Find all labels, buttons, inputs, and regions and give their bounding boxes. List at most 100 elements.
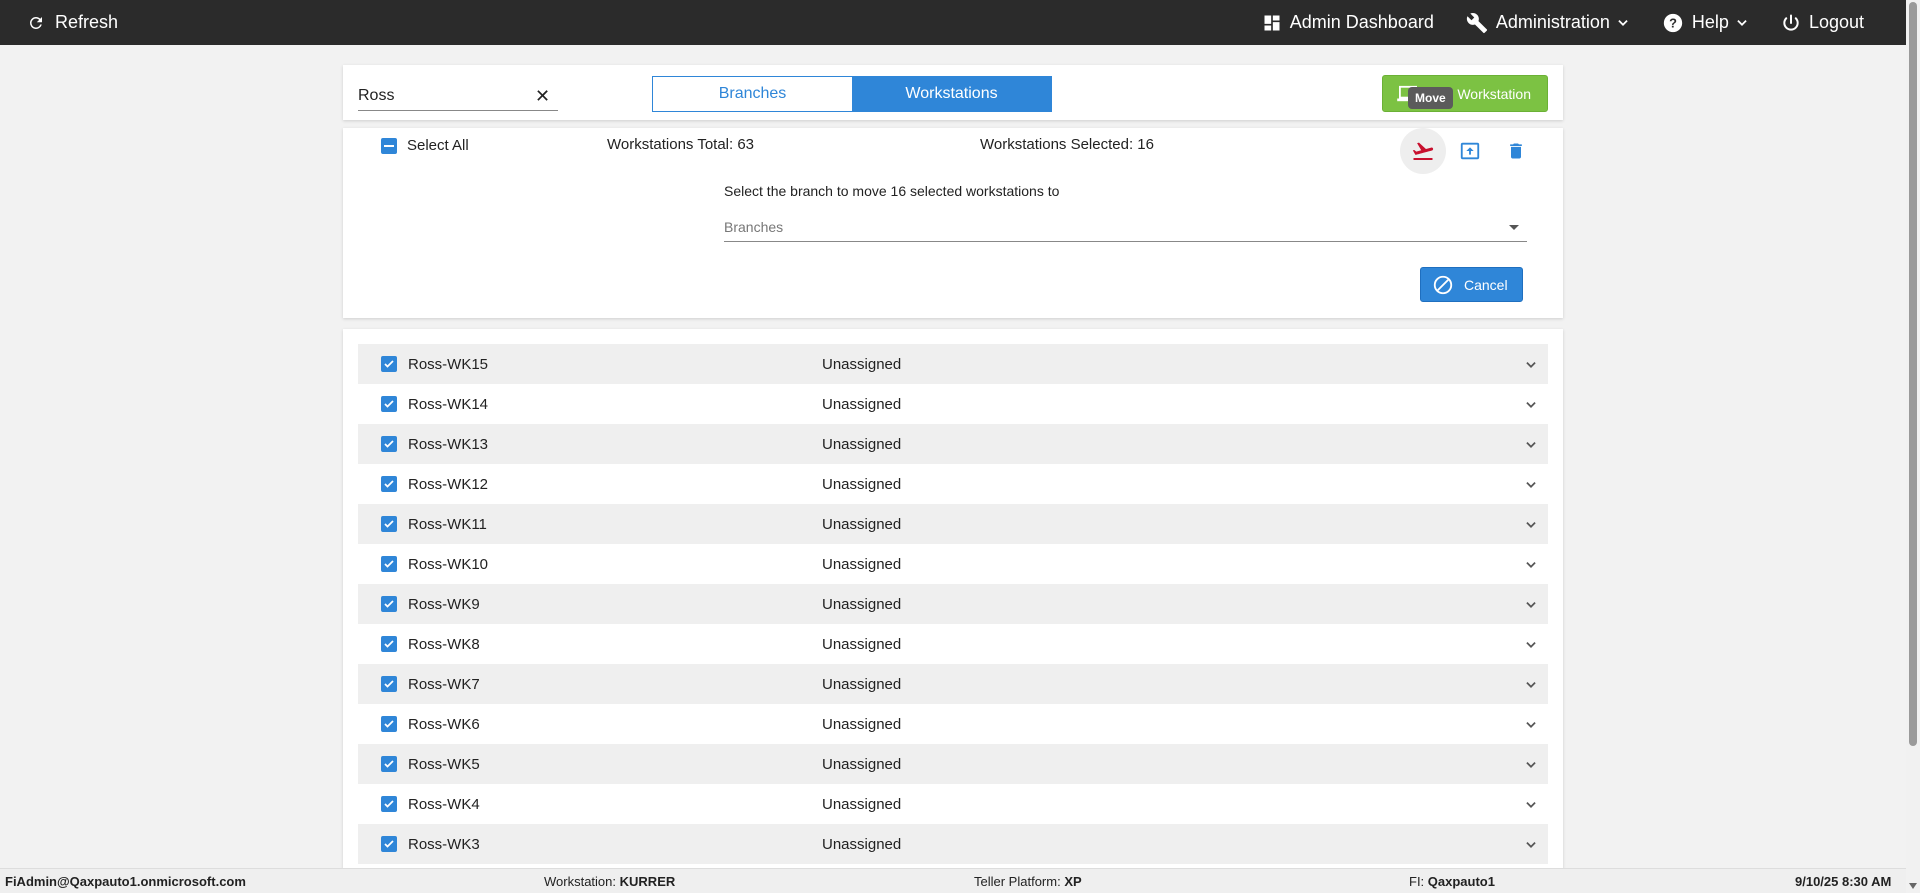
page-scrollbar[interactable] xyxy=(1906,0,1920,893)
table-row[interactable]: Ross-WK5 Unassigned xyxy=(358,744,1548,784)
admin-dashboard-link[interactable]: Admin Dashboard xyxy=(1262,12,1434,33)
workstation-status: Unassigned xyxy=(822,675,902,693)
chevron-down-icon xyxy=(1737,19,1747,26)
table-row[interactable]: Ross-WK6 Unassigned xyxy=(358,704,1548,744)
checked-checkbox-icon[interactable] xyxy=(381,556,397,572)
search-input[interactable] xyxy=(358,81,558,111)
footer-fi-value: Qaxpauto1 xyxy=(1427,874,1495,889)
chevron-down-icon[interactable] xyxy=(1524,478,1538,492)
chevron-down-icon[interactable] xyxy=(1524,758,1538,772)
workstation-status: Unassigned xyxy=(822,715,902,733)
checked-checkbox-icon[interactable] xyxy=(381,796,397,812)
workstation-status: Unassigned xyxy=(822,755,902,773)
chevron-down-icon[interactable] xyxy=(1524,518,1538,532)
table-row[interactable]: Ross-WK7 Unassigned xyxy=(358,664,1548,704)
trash-icon xyxy=(1510,143,1522,159)
table-row[interactable]: Ross-WK14 Unassigned xyxy=(358,384,1548,424)
workstation-status: Unassigned xyxy=(822,595,902,613)
workstation-name: Ross-WK7 xyxy=(408,675,480,693)
checked-checkbox-icon[interactable] xyxy=(381,836,397,852)
table-row[interactable]: Ross-WK13 Unassigned xyxy=(358,424,1548,464)
admin-dashboard-label: Admin Dashboard xyxy=(1289,12,1434,32)
table-row[interactable]: Ross-WK10 Unassigned xyxy=(358,544,1548,584)
table-row[interactable]: Ross-WK12 Unassigned xyxy=(358,464,1548,504)
footer-workstation: Workstation: KURRER xyxy=(544,874,675,889)
search-toolbar: ✕ Branches Workstations Workstation Move xyxy=(343,65,1563,120)
chevron-down-icon[interactable] xyxy=(1524,358,1538,372)
checked-checkbox-icon[interactable] xyxy=(381,516,397,532)
chevron-down-icon[interactable] xyxy=(1524,398,1538,412)
checked-checkbox-icon[interactable] xyxy=(381,356,397,372)
scrollbar-thumb[interactable] xyxy=(1909,2,1917,746)
footer-datetime-value: 9/10/25 8:30 AM xyxy=(1795,874,1892,889)
table-row[interactable]: Ross-WK15 Unassigned xyxy=(358,344,1548,384)
checked-checkbox-icon[interactable] xyxy=(381,396,397,412)
table-row[interactable]: Ross-WK9 Unassigned xyxy=(358,584,1548,624)
chevron-down-icon[interactable] xyxy=(1524,838,1538,852)
footer-datetime: 9/10/25 8:30 AM xyxy=(1795,874,1891,889)
checked-checkbox-icon[interactable] xyxy=(381,756,397,772)
clear-search-icon[interactable]: ✕ xyxy=(535,87,550,105)
footer-fi-label: FI: xyxy=(1409,874,1425,889)
logout-button[interactable]: Logout xyxy=(1781,12,1864,33)
help-icon: ? xyxy=(1663,13,1683,32)
table-row[interactable]: Ross-WK11 Unassigned xyxy=(358,504,1548,544)
add-workstation-button[interactable]: Workstation xyxy=(1382,75,1548,112)
checked-checkbox-icon[interactable] xyxy=(381,476,397,492)
checked-checkbox-icon[interactable] xyxy=(381,676,397,692)
workstation-name: Ross-WK10 xyxy=(408,555,489,573)
logout-label: Logout xyxy=(1808,12,1864,32)
workstation-name: Ross-WK14 xyxy=(408,395,489,413)
footer-user: FiAdmin@Qaxpauto1.onmicrosoft.com xyxy=(5,874,246,889)
move-tooltip: Move xyxy=(1408,87,1453,109)
help-menu[interactable]: ? Help xyxy=(1662,12,1749,34)
chevron-down-icon[interactable] xyxy=(1524,798,1538,812)
checked-checkbox-icon[interactable] xyxy=(381,716,397,732)
workstation-name: Ross-WK6 xyxy=(408,715,480,733)
workstation-status: Unassigned xyxy=(822,515,902,533)
footer-fi: FI: Qaxpauto1 xyxy=(1409,874,1495,889)
export-button[interactable] xyxy=(1447,128,1493,174)
table-row[interactable]: Ross-WK3 Unassigned xyxy=(358,824,1548,864)
move-button[interactable] xyxy=(1400,128,1446,174)
checked-checkbox-icon[interactable] xyxy=(381,596,397,612)
chevron-down-icon xyxy=(1618,19,1628,26)
branches-dropdown[interactable]: Branches xyxy=(724,212,1527,242)
table-row[interactable]: Ross-WK8 Unassigned xyxy=(358,624,1548,664)
scroll-down-arrow-icon[interactable] xyxy=(1909,883,1917,889)
select-all-checkbox[interactable]: Select All xyxy=(381,137,469,154)
chevron-down-icon[interactable] xyxy=(1524,438,1538,452)
chevron-down-icon[interactable] xyxy=(1524,558,1538,572)
refresh-button[interactable]: Refresh xyxy=(27,12,118,33)
workstation-list: Ross-WK15 Unassigned Ross-WK14 Unassigned Ro… xyxy=(343,329,1563,869)
chevron-down-icon[interactable] xyxy=(1524,718,1538,732)
workstation-status: Unassigned xyxy=(822,395,902,413)
workstation-name: Ross-WK15 xyxy=(408,355,489,373)
caret-down-icon xyxy=(1509,225,1519,230)
tab-workstations[interactable]: Workstations xyxy=(852,77,1051,111)
cancel-button[interactable]: Cancel xyxy=(1420,267,1523,302)
chevron-down-icon[interactable] xyxy=(1524,598,1538,612)
footer-workstation-label: Workstation: xyxy=(544,874,617,889)
delete-button[interactable] xyxy=(1493,128,1539,174)
top-navigation-bar: Refresh Admin Dashboard Administration ?… xyxy=(0,0,1906,45)
workstation-status: Unassigned xyxy=(822,475,902,493)
footer-platform: Teller Platform: XP xyxy=(974,874,1082,889)
workstation-status: Unassigned xyxy=(822,435,902,453)
upload-icon xyxy=(1460,142,1480,160)
flight-takeoff-icon xyxy=(1412,142,1434,160)
dashboard-icon xyxy=(1264,15,1280,30)
administration-menu[interactable]: Administration xyxy=(1466,12,1630,34)
chevron-down-icon[interactable] xyxy=(1524,638,1538,652)
checked-checkbox-icon[interactable] xyxy=(381,436,397,452)
indeterminate-checkbox-icon xyxy=(381,137,397,154)
tab-branches[interactable]: Branches xyxy=(653,77,852,111)
table-row[interactable]: Ross-WK4 Unassigned xyxy=(358,784,1548,824)
workstation-status: Unassigned xyxy=(822,835,902,853)
workstation-name: Ross-WK8 xyxy=(408,635,480,653)
status-footer: FiAdmin@Qaxpauto1.onmicrosoft.com Workst… xyxy=(0,868,1906,893)
workstation-name: Ross-WK3 xyxy=(408,835,480,853)
chevron-down-icon[interactable] xyxy=(1524,678,1538,692)
checked-checkbox-icon[interactable] xyxy=(381,636,397,652)
view-toggle: Branches Workstations xyxy=(652,76,1052,112)
